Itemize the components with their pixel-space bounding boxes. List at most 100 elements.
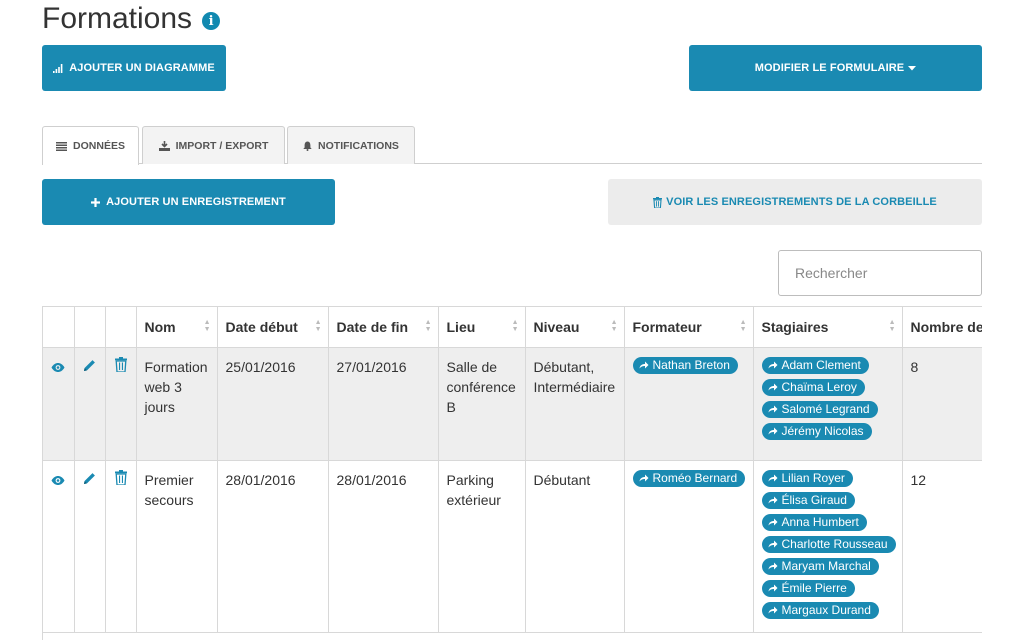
sort-icon: ▲ ▼ <box>314 319 322 333</box>
share-arrow-icon <box>768 427 778 435</box>
stagiaire-link[interactable]: Jérémy Nicolas <box>761 422 872 440</box>
stagiaire-link[interactable]: Margaux Durand <box>761 601 879 619</box>
search-input[interactable] <box>778 250 982 296</box>
add-chart-label: AJOUTER UN DIAGRAMME <box>69 62 215 74</box>
stagiaire-link[interactable]: Adam Clement <box>761 356 869 374</box>
eye-icon[interactable] <box>51 475 65 485</box>
cell-formateur: Nathan Breton <box>624 347 754 461</box>
edit-cell <box>74 460 106 633</box>
import-export-icon <box>158 140 170 151</box>
view-trash-label: VOIR LES ENREGISTREMENTS DE LA CORBEILLE <box>666 196 937 208</box>
column-header-date-fin[interactable]: Date de fin ▲ ▼ <box>328 307 439 348</box>
view-trash-button[interactable]: VOIR LES ENREGISTREMENTS DE LA CORBEILLE <box>608 179 982 225</box>
column-header-lieu[interactable]: Lieu ▲ ▼ <box>438 307 526 348</box>
chip-label: Margaux Durand <box>781 602 871 617</box>
chip-label: Nathan Breton <box>652 357 730 372</box>
sort-icon: ▲ ▼ <box>610 319 618 333</box>
column-header-nombre[interactable]: Nombre de <box>902 307 983 348</box>
list-icon <box>56 141 68 151</box>
tab-notifications[interactable]: NOTIFICATIONS <box>287 126 415 164</box>
add-chart-button[interactable]: AJOUTER UN DIAGRAMME <box>42 45 226 91</box>
add-record-button[interactable]: AJOUTER UN ENREGISTREMENT <box>42 179 335 225</box>
pencil-icon[interactable] <box>83 359 96 372</box>
table-row: Premier secours 28/01/2016 28/01/2016 Pa… <box>43 460 982 633</box>
delete-cell <box>105 347 137 461</box>
records-table: Nom ▲ ▼ Date début ▲ ▼ Date de fin ▲ ▼ Lieu ▲ ▼ … <box>43 307 982 633</box>
cell-date-fin: 28/01/2016 <box>328 460 439 633</box>
chip-label: Anna Humbert <box>781 514 859 529</box>
trash-icon[interactable] <box>114 356 127 372</box>
share-arrow-icon <box>768 606 778 614</box>
header-view <box>43 307 75 348</box>
column-header-label: Nombre de <box>910 318 983 335</box>
column-header-nom[interactable]: Nom ▲ ▼ <box>136 307 218 348</box>
column-header-label: Lieu <box>446 318 476 335</box>
share-arrow-icon <box>768 383 778 391</box>
column-header-label: Date début <box>225 318 298 335</box>
tab-label: DONNÉES <box>73 140 125 152</box>
cell-stagiaires: Adam Clement Chaïma Leroy Salomé Legrand… <box>753 347 903 461</box>
edit-form-button[interactable]: MODIFIER LE FORMULAIRE <box>689 45 982 91</box>
cell-lieu: Salle de conférence B <box>438 347 526 461</box>
tab-bar: DONNÉES IMPORT / EXPORT NOTIFICATIONS <box>42 126 982 165</box>
tab-donnees[interactable]: DONNÉES <box>42 126 139 165</box>
stagiaire-link[interactable]: Élisa Giraud <box>761 491 855 509</box>
sort-icon: ▲ ▼ <box>511 319 519 333</box>
info-icon[interactable]: i <box>202 12 221 30</box>
chip-label: Maryam Marchal <box>781 558 871 573</box>
stagiaire-link[interactable]: Lilian Royer <box>761 469 853 487</box>
cell-stagiaires: Lilian Royer Élisa Giraud Anna Humbert C… <box>753 460 903 633</box>
cell-nom: Formation web 3 jours <box>136 347 218 461</box>
stagiaire-link[interactable]: Chaïma Leroy <box>761 378 865 396</box>
plus-icon <box>91 197 101 207</box>
add-record-label: AJOUTER UN ENREGISTREMENT <box>106 196 286 208</box>
records-table-wrap: Nom ▲ ▼ Date début ▲ ▼ Date de fin ▲ ▼ Lieu ▲ ▼ … <box>42 306 982 640</box>
eye-icon[interactable] <box>51 362 65 372</box>
stagiaire-link[interactable]: Maryam Marchal <box>761 557 879 575</box>
share-arrow-icon <box>768 540 778 548</box>
page-title-wrap: Formations i <box>42 2 221 36</box>
column-header-label: Formateur <box>632 318 702 335</box>
stagiaire-link[interactable]: Charlotte Rousseau <box>761 535 896 553</box>
chip-label: Charlotte Rousseau <box>781 536 888 551</box>
caret-down-icon <box>908 65 917 71</box>
share-arrow-icon <box>768 361 778 369</box>
stagiaire-link[interactable]: Anna Humbert <box>761 513 867 531</box>
share-arrow-icon <box>768 474 778 482</box>
formateur-link[interactable]: Nathan Breton <box>632 356 738 374</box>
share-arrow-icon <box>639 474 649 482</box>
stagiaire-link[interactable]: Émile Pierre <box>761 579 855 597</box>
sort-icon: ▲ ▼ <box>739 319 747 333</box>
header-edit <box>74 307 106 348</box>
tab-label: NOTIFICATIONS <box>318 139 399 152</box>
chip-label: Émile Pierre <box>781 580 847 595</box>
tab-import-export[interactable]: IMPORT / EXPORT <box>142 126 285 164</box>
header-delete <box>105 307 137 348</box>
cell-niveau: Débutant <box>525 460 625 633</box>
share-arrow-icon <box>639 361 649 369</box>
column-header-label: Nom <box>144 318 176 335</box>
signal-bars-icon <box>53 63 63 73</box>
column-header-label: Date de fin <box>336 318 409 335</box>
column-header-label: Stagiaires <box>761 318 829 335</box>
share-arrow-icon <box>768 562 778 570</box>
cell-date-debut: 25/01/2016 <box>217 347 329 461</box>
cell-nombre: 12 <box>902 460 982 633</box>
pencil-icon[interactable] <box>83 472 96 485</box>
column-header-date-debut[interactable]: Date début ▲ ▼ <box>217 307 329 348</box>
share-arrow-icon <box>768 405 778 413</box>
stagiaire-link[interactable]: Salomé Legrand <box>761 400 878 418</box>
sort-icon: ▲ ▼ <box>203 319 211 333</box>
page-title: Formations <box>42 2 193 35</box>
column-header-formateur[interactable]: Formateur ▲ ▼ <box>624 307 754 348</box>
edit-cell <box>74 347 106 461</box>
share-arrow-icon <box>768 584 778 592</box>
column-header-niveau[interactable]: Niveau ▲ ▼ <box>525 307 625 348</box>
column-header-stagiaires[interactable]: Stagiaires ▲ ▼ <box>753 307 903 348</box>
chip-label: Lilian Royer <box>781 470 845 485</box>
formateur-link[interactable]: Roméo Bernard <box>632 469 746 487</box>
cell-nom: Premier secours <box>136 460 218 633</box>
bell-icon <box>303 141 312 151</box>
trash-icon[interactable] <box>114 469 127 485</box>
chip-label: Salomé Legrand <box>781 401 870 416</box>
